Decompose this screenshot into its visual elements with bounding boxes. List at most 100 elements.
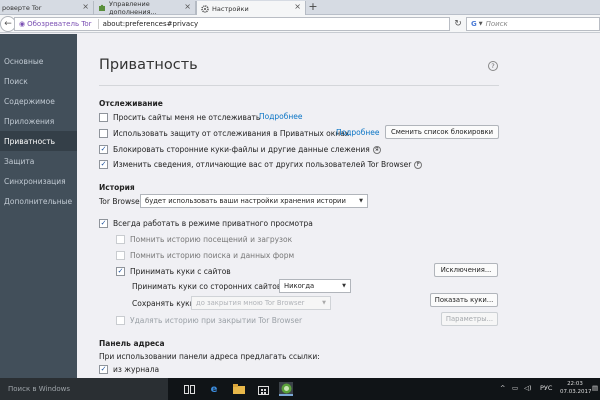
- sidebar-item-label: Приложения: [4, 116, 55, 126]
- sidebar-item-label: Защита: [4, 156, 35, 166]
- back-arrow-icon: ←: [4, 19, 12, 29]
- remember-visits-checkbox[interactable]: [116, 235, 125, 244]
- help-icon[interactable]: ?: [488, 61, 498, 71]
- block-cookies-key-badge: Я: [372, 145, 381, 154]
- tab-tor-check[interactable]: роверте Tor ×: [0, 1, 94, 15]
- title-divider: [99, 85, 499, 86]
- tracking-protection-label: Использовать защиту от отслеживания в Пр…: [113, 129, 350, 138]
- sidebar-item-general[interactable]: Основные: [0, 51, 77, 71]
- always-private-label: Всегда работать в режиме приватного прос…: [113, 219, 313, 228]
- gear-icon: [201, 4, 209, 13]
- remember-visits-row: Помнить историю посещений и загрузок: [116, 234, 292, 245]
- windows-search-input[interactable]: Поиск в Windows: [0, 378, 168, 400]
- store-icon[interactable]: [256, 382, 270, 396]
- sidebar-item-content[interactable]: Содержимое: [0, 91, 77, 111]
- onion-icon: ◉: [19, 20, 26, 28]
- history-mode-select[interactable]: будет использовать ваши настройки хранен…: [140, 194, 368, 208]
- reload-icon[interactable]: ↻: [451, 17, 465, 31]
- block-cookies-label: Блокировать сторонние куки-файлы и други…: [113, 145, 370, 154]
- cookie-exceptions-button[interactable]: Исключения...: [434, 263, 498, 277]
- clock-date: 07.03.2017: [560, 389, 592, 395]
- block-cookies-checkbox[interactable]: ✓: [99, 145, 108, 154]
- accept-cookies-label: Принимать куки с сайтов: [130, 267, 231, 276]
- history-heading: История: [99, 183, 135, 192]
- third-party-cookies-select[interactable]: Никогда ▼: [279, 279, 351, 293]
- sidebar-item-label: Дополнительные: [4, 196, 73, 206]
- chevron-down-icon: ▼: [478, 21, 483, 27]
- volume-icon[interactable]: ◁): [524, 384, 532, 392]
- tab-title: Настройки: [212, 4, 249, 13]
- clear-settings-button[interactable]: Параметры...: [441, 312, 498, 326]
- url-text: about:preferences#privacy: [102, 20, 199, 28]
- chevron-down-icon: ▼: [359, 198, 363, 204]
- change-blocklist-button[interactable]: Сменить список блокировки: [385, 125, 499, 139]
- search-placeholder: Поиск: [485, 20, 508, 28]
- close-icon[interactable]: ×: [184, 2, 191, 11]
- tab-addons[interactable]: Управление дополнения... ×: [94, 0, 196, 16]
- tab-title: Управление дополнения...: [109, 0, 157, 16]
- suggest-history-checkbox[interactable]: ✓: [99, 365, 108, 374]
- clock[interactable]: 22:03 07.03.2017: [560, 380, 592, 396]
- keep-cookies-select[interactable]: до закрытия мною Tor Browser ▼: [191, 296, 331, 310]
- remember-visits-label: Помнить историю посещений и загрузок: [130, 235, 293, 244]
- show-cookies-button[interactable]: Показать куки...: [430, 293, 498, 307]
- new-tab-button[interactable]: +: [307, 0, 319, 14]
- notifications-icon[interactable]: ▤: [592, 384, 598, 392]
- clock-time: 22:03: [567, 381, 583, 387]
- tracking-heading: Отслеживание: [99, 99, 163, 108]
- file-explorer-icon[interactable]: [232, 382, 246, 396]
- edge-icon[interactable]: e: [207, 382, 221, 396]
- sidebar-item-label: Содержимое: [4, 96, 55, 106]
- url-bar[interactable]: ◉ Обозреватель Tor about:preferences#pri…: [14, 17, 450, 31]
- tray-arrow-icon[interactable]: ^: [500, 384, 505, 392]
- sidebar-item-security[interactable]: Защита: [0, 151, 77, 171]
- preferences-content: Приватность ? Отслеживание Просить сайты…: [77, 34, 600, 378]
- change-info-checkbox[interactable]: ✓: [99, 160, 108, 169]
- network-icon[interactable]: ▭: [512, 384, 518, 392]
- history-browser-prefix: Tor Browser: [99, 197, 143, 206]
- tracking-protection-learn-more-link[interactable]: Подробнее: [336, 128, 380, 137]
- tab-title: роверте Tor: [2, 4, 42, 12]
- identity-label: Обозреватель Tor: [27, 20, 92, 28]
- tor-browser-taskbar-icon[interactable]: [279, 382, 293, 396]
- tracking-protection-row: Использовать защиту от отслеживания в Пр…: [99, 128, 349, 139]
- search-engine-icon: G: [471, 20, 477, 28]
- close-icon[interactable]: ×: [294, 2, 301, 11]
- sidebar: Основные Поиск Содержимое Приложения При…: [0, 34, 77, 378]
- sidebar-item-sync[interactable]: Синхронизация: [0, 171, 77, 191]
- history-mode-value: будет использовать ваши настройки хранен…: [145, 197, 346, 205]
- dnt-checkbox[interactable]: [99, 113, 108, 122]
- tracking-protection-checkbox[interactable]: [99, 129, 108, 138]
- sidebar-item-advanced[interactable]: Дополнительные: [0, 191, 77, 211]
- suggest-history-label: из журнала: [113, 365, 160, 374]
- clear-on-close-label: Удалять историю при закрытии Tor Browser: [130, 316, 303, 325]
- chevron-down-icon: ▼: [322, 300, 326, 306]
- windows-search-placeholder: Поиск в Windows: [8, 385, 70, 393]
- clear-on-close-row: Удалять историю при закрытии Tor Browser: [116, 315, 302, 326]
- remember-search-checkbox[interactable]: [116, 251, 125, 260]
- keep-cookies-value: до закрытия мною Tor Browser: [196, 299, 305, 307]
- accept-cookies-checkbox[interactable]: ✓: [116, 267, 125, 276]
- tab-bar: роверте Tor × Управление дополнения... ×…: [0, 0, 600, 16]
- search-input[interactable]: G ▼ Поиск: [466, 17, 600, 31]
- tab-settings[interactable]: Настройки ×: [196, 1, 306, 16]
- addressbar-heading: Панель адреса: [99, 339, 165, 348]
- task-view-icon[interactable]: [182, 382, 196, 396]
- third-party-cookies-value: Никогда: [284, 282, 315, 290]
- suggest-history-row: ✓ из журнала: [99, 364, 159, 375]
- change-info-label: Изменить сведения, отличающие вас от дру…: [113, 160, 412, 169]
- dnt-learn-more-link[interactable]: Подробнее: [259, 112, 303, 121]
- always-private-checkbox[interactable]: ✓: [99, 219, 108, 228]
- sidebar-item-applications[interactable]: Приложения: [0, 111, 77, 131]
- close-icon[interactable]: ×: [82, 2, 89, 11]
- page-title: Приватность: [99, 57, 198, 73]
- remember-search-label: Помнить историю поиска и данных форм: [130, 251, 295, 260]
- language-indicator[interactable]: РУС: [540, 384, 552, 392]
- nav-bar: ← ◉ Обозреватель Tor about:preferences#p…: [0, 15, 600, 33]
- puzzle-icon: [98, 4, 106, 12]
- sidebar-item-search[interactable]: Поиск: [0, 71, 77, 91]
- sidebar-item-privacy[interactable]: Приватность: [0, 131, 77, 151]
- clear-on-close-checkbox[interactable]: [116, 316, 125, 325]
- block-cookies-row: ✓ Блокировать сторонние куки-файлы и дру…: [99, 144, 381, 155]
